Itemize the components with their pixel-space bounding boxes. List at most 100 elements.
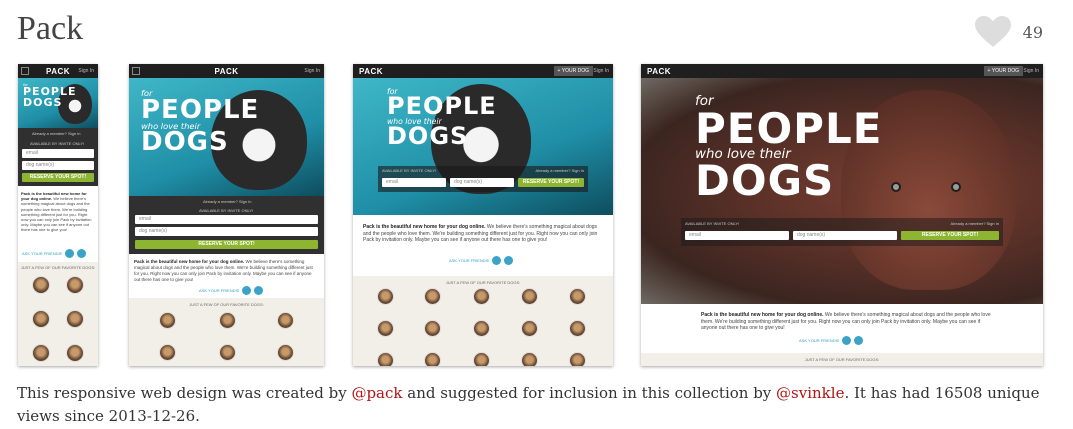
dog-avatar[interactable]: [424, 320, 441, 337]
dog-name-field[interactable]: dog name(s): [793, 231, 897, 240]
reserve-button[interactable]: RESERVE YOUR SPOT!: [135, 240, 318, 249]
dog-avatar[interactable]: [219, 312, 236, 329]
reserve-button[interactable]: RESERVE YOUR SPOT!: [518, 178, 584, 187]
favorite-dogs: JUST A FEW OF OUR FAVORITE DOGS:: [18, 262, 98, 366]
menu-icon: [21, 67, 29, 75]
screenshot-gallery: PACK Sign In for PEOPLE DOGS Already a m…: [0, 64, 1073, 366]
dog-avatar[interactable]: [521, 320, 538, 337]
dog-name-field[interactable]: dog name(s): [450, 178, 514, 187]
dog-avatar[interactable]: [66, 276, 84, 294]
email-field[interactable]: email: [22, 149, 94, 158]
facebook-icon[interactable]: [504, 256, 514, 265]
twitter-icon[interactable]: [492, 256, 502, 265]
dog-avatar[interactable]: [521, 288, 538, 305]
hero-headline: for PEOPLE who love their DOGS: [387, 87, 497, 151]
screenshot-desktop[interactable]: PACK + YOUR DOG Sign In for PEOPLE who l…: [641, 64, 1043, 366]
topbar: PACK + YOUR DOG Sign In: [353, 64, 613, 78]
hero-image: for PEOPLE who love their DOGS: [129, 78, 324, 196]
screenshot-small-desktop[interactable]: PACK + YOUR DOG Sign In for PEOPLE who l…: [353, 64, 613, 366]
dog-avatar[interactable]: [569, 352, 586, 366]
dog-avatar[interactable]: [377, 288, 394, 305]
invite-only-text: AVAILABLE BY INVITE ONLY!: [199, 208, 254, 213]
share-row: ASK YOUR FRIENDS!: [799, 336, 864, 345]
dog-avatar[interactable]: [219, 344, 236, 361]
dog-avatar[interactable]: [424, 352, 441, 366]
signup-panel: Already a member? Sign In AVAILABLE BY I…: [129, 196, 324, 254]
dog-avatar[interactable]: [159, 312, 176, 329]
sign-in-link: Sign In: [78, 68, 94, 74]
sign-in-link: Sign In: [1023, 68, 1039, 74]
hero-image: for PEOPLE who love their DOGS AVAILABLE…: [353, 78, 613, 215]
dog-name-field[interactable]: dog name(s): [135, 227, 318, 236]
email-field[interactable]: email: [382, 178, 446, 187]
twitter-icon[interactable]: [242, 286, 252, 295]
reserve-button[interactable]: RESERVE YOUR SPOT!: [901, 231, 999, 240]
invite-only-text: AVAILABLE BY INVITE ONLY!: [382, 168, 437, 173]
intro-text: Pack is the beautiful new home for your …: [134, 259, 313, 282]
dog-name-field[interactable]: dog name(s): [22, 161, 94, 170]
share-row: ASK YOUR FRIENDS!: [199, 286, 264, 295]
twitter-icon[interactable]: [842, 336, 852, 345]
brand-logo: PACK: [359, 67, 384, 76]
hero-image: for PEOPLE DOGS: [18, 78, 98, 128]
dog-avatar[interactable]: [424, 288, 441, 305]
intro-text: Pack is the beautiful new home for your …: [363, 224, 598, 243]
hero-headline: for PEOPLE DOGS: [23, 83, 77, 109]
brand-logo: PACK: [45, 67, 71, 76]
ask-friends-text: ASK YOUR FRIENDS!: [199, 288, 240, 293]
like-count: 49: [1022, 22, 1043, 42]
dog-avatar[interactable]: [473, 288, 490, 305]
email-field[interactable]: email: [135, 215, 318, 224]
facebook-icon[interactable]: [254, 286, 264, 295]
screenshot-mobile[interactable]: PACK Sign In for PEOPLE DOGS Already a m…: [18, 64, 98, 366]
brand-logo: PACK: [214, 67, 239, 76]
topbar: PACK Sign In: [129, 64, 324, 78]
dog-avatar[interactable]: [159, 344, 176, 361]
puppy-eye: [891, 182, 901, 192]
reserve-button[interactable]: RESERVE YOUR SPOT!: [22, 173, 94, 182]
dog-avatar[interactable]: [277, 344, 294, 361]
dog-avatar[interactable]: [32, 344, 50, 362]
dog-avatar[interactable]: [32, 310, 50, 328]
dog-avatar[interactable]: [66, 344, 84, 362]
dog-avatar[interactable]: [377, 320, 394, 337]
screenshot-tablet[interactable]: PACK Sign In for PEOPLE who love their D…: [129, 64, 324, 366]
twitter-icon[interactable]: [65, 249, 75, 258]
facebook-icon[interactable]: [854, 336, 864, 345]
creator-link[interactable]: @pack: [351, 384, 402, 402]
favorite-dogs: JUST A FEW OF OUR FAVORITE DOGS:: [129, 298, 324, 366]
like-widget[interactable]: 49: [974, 16, 1043, 48]
suggester-link[interactable]: @svinkle: [776, 384, 844, 402]
intro-text: Pack is the beautiful new home for your …: [701, 312, 991, 331]
hero-image: for PEOPLE who love their DOGS AVAILABLE…: [641, 78, 1043, 304]
email-field[interactable]: email: [685, 231, 789, 240]
caption: This responsive web design was created b…: [17, 382, 1057, 428]
favorites-title: JUST A FEW OF OUR FAVORITE DOGS:: [189, 302, 264, 307]
dog-avatar[interactable]: [377, 352, 394, 366]
already-member-text: Already a member? Sign In: [950, 221, 999, 226]
signup-panel: Already a member? Sign In AVAILABLE BY I…: [18, 128, 98, 186]
dog-avatar[interactable]: [277, 312, 294, 329]
caption-prefix: This responsive web design was created b…: [17, 384, 352, 402]
dog-avatar[interactable]: [66, 310, 84, 328]
dog-avatar[interactable]: [521, 352, 538, 366]
favorite-dogs: JUST A FEW OF OUR FAVORITE DOGS:: [353, 276, 613, 366]
brand-logo: PACK: [647, 67, 672, 76]
page-title: Pack: [17, 10, 84, 47]
dog-avatar[interactable]: [32, 276, 50, 294]
caption-middle: and suggested for inclusion in this coll…: [402, 384, 777, 402]
dog-avatar[interactable]: [569, 288, 586, 305]
already-member-text: Already a member? Sign In: [32, 131, 81, 136]
dog-avatar[interactable]: [569, 320, 586, 337]
your-dog-button[interactable]: + YOUR DOG: [983, 66, 1023, 76]
ask-friends-text: ASK YOUR FRIENDS!: [449, 258, 490, 263]
favorites-title: JUST A FEW OF OUR FAVORITE DOGS:: [20, 265, 96, 270]
your-dog-button[interactable]: + YOUR DOG: [553, 66, 593, 76]
dog-avatar[interactable]: [473, 320, 490, 337]
hero-headline: for PEOPLE who love their DOGS: [141, 88, 260, 158]
puppy-eye: [951, 182, 961, 192]
favorite-dogs: JUST A FEW OF OUR FAVORITE DOGS:: [641, 353, 1043, 366]
heart-icon[interactable]: [974, 16, 1011, 48]
dog-avatar[interactable]: [473, 352, 490, 366]
facebook-icon[interactable]: [77, 249, 87, 258]
